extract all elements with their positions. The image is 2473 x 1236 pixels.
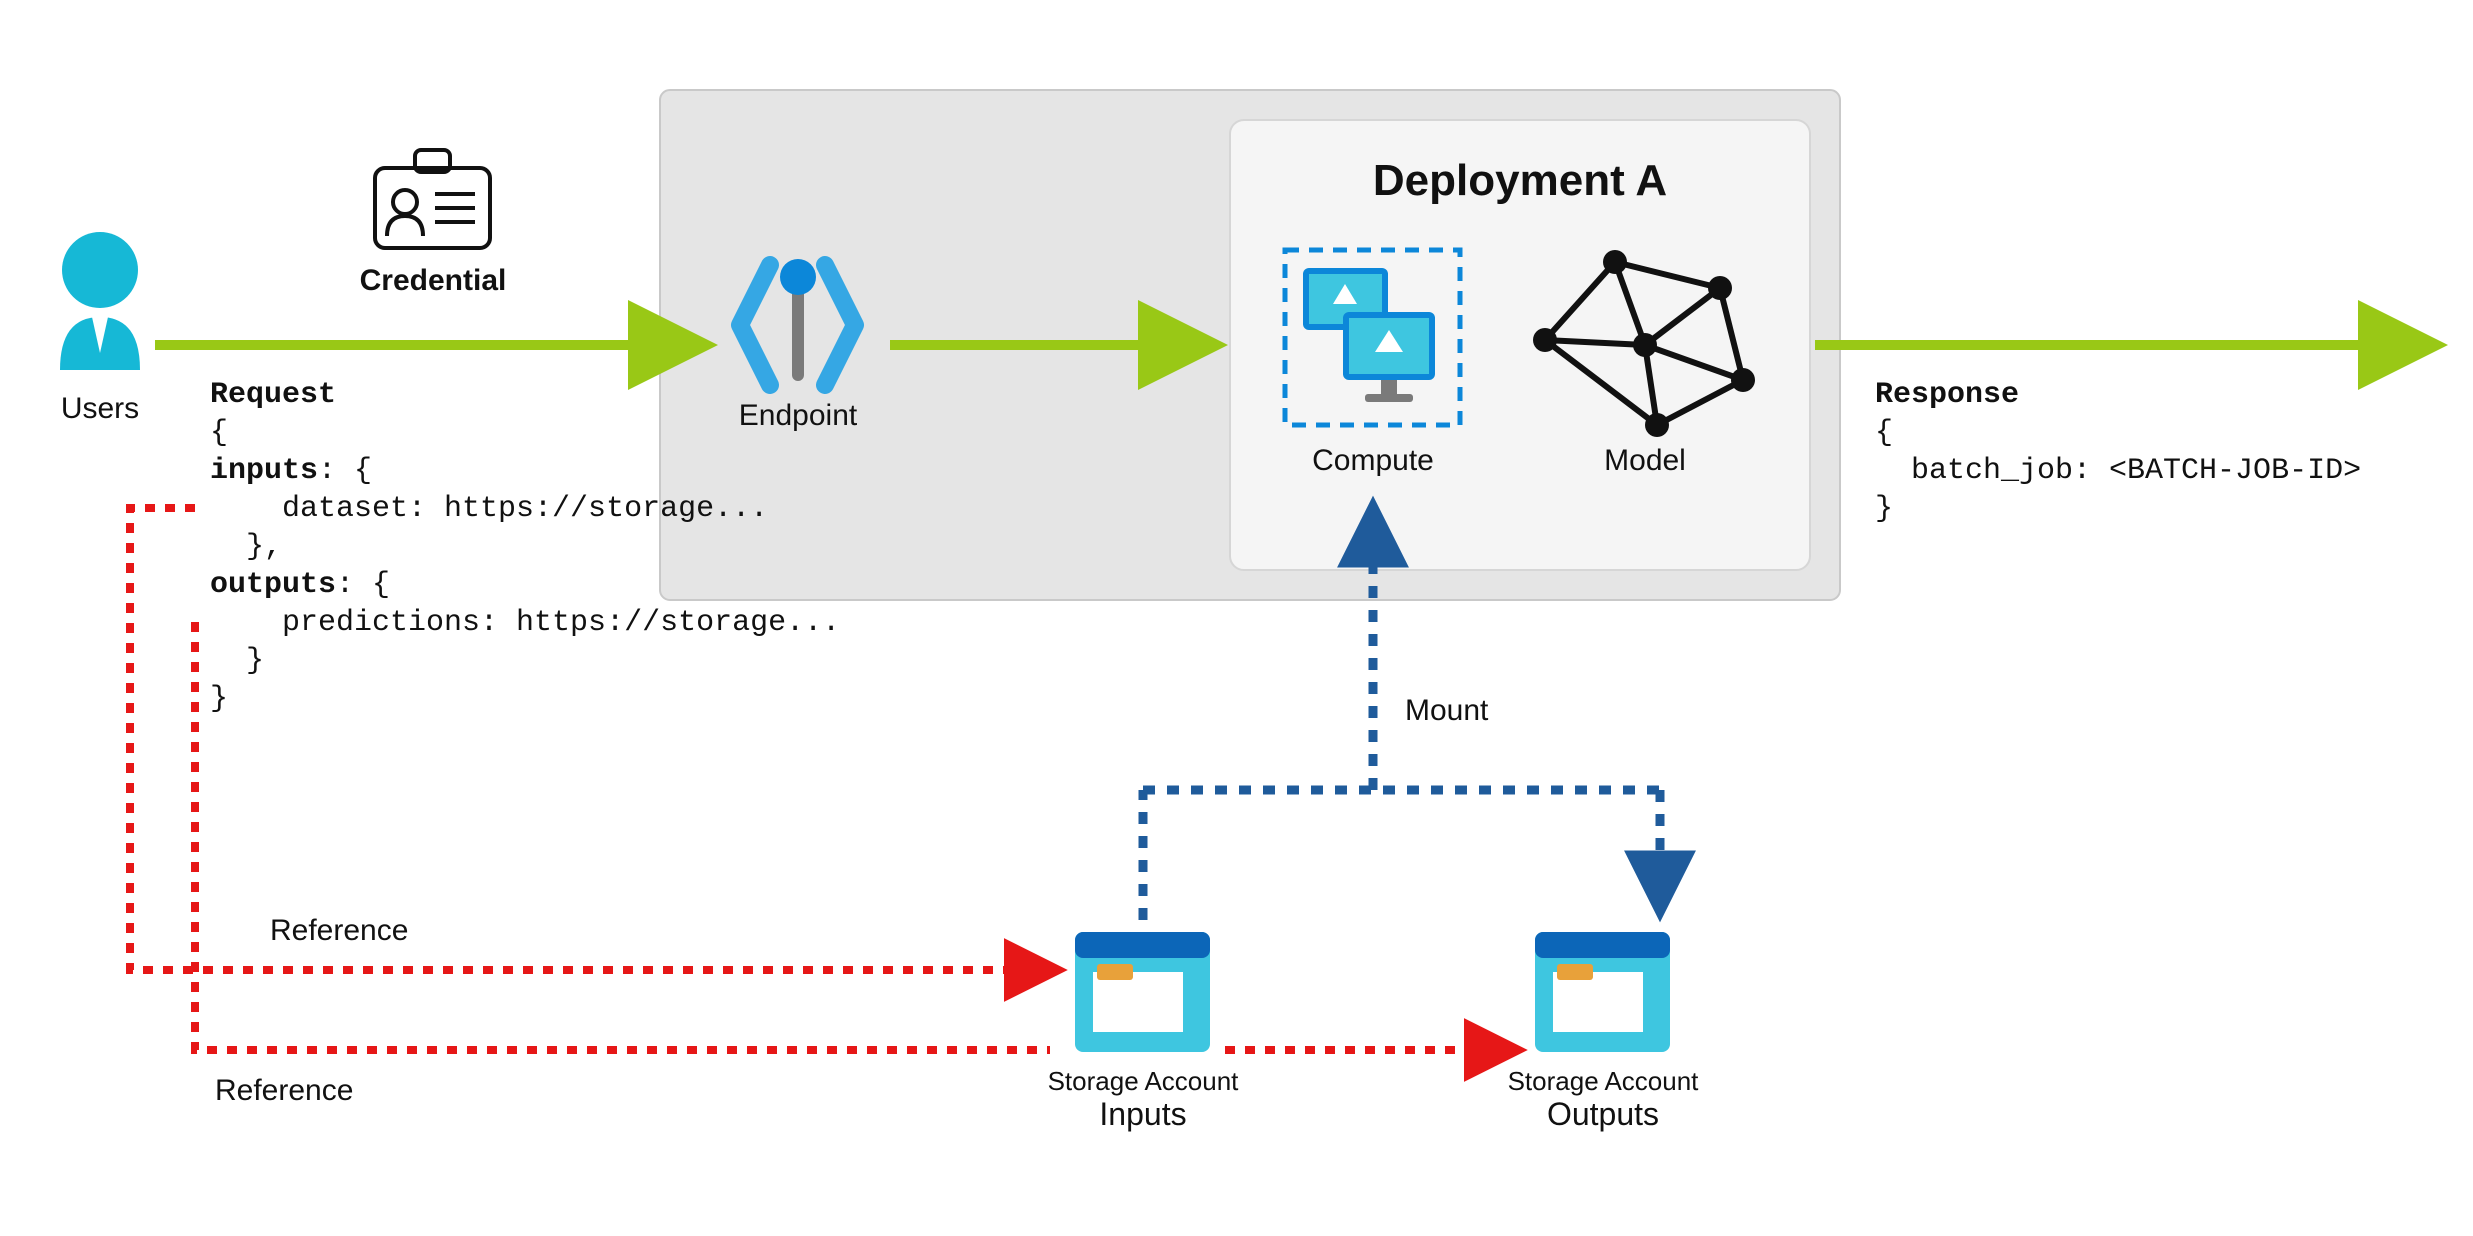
- svg-text:outputs: {: outputs: {: [210, 568, 390, 602]
- response-block: Response { batch_job: <BATCH-JOB-ID> }: [1875, 378, 2361, 526]
- svg-text:{: {: [210, 416, 228, 450]
- compute-label: Compute: [1312, 444, 1434, 477]
- svg-text:dataset: https://storage...: dataset: https://storage...: [210, 492, 768, 526]
- svg-text:inputs: {: inputs: {: [210, 454, 372, 488]
- storage-outputs-label: Storage Account: [1508, 1066, 1700, 1096]
- user-icon: [60, 232, 140, 370]
- deployment-title: Deployment A: [1373, 156, 1667, 205]
- architecture-diagram: Deployment A Users Credential Request { …: [0, 0, 2473, 1236]
- svg-text:batch_job: <BATCH-JOB-ID>: batch_job: <BATCH-JOB-ID>: [1875, 454, 2361, 488]
- model-label: Model: [1604, 444, 1686, 477]
- svg-text:Request: Request: [210, 378, 336, 412]
- svg-text:}: }: [1875, 492, 1893, 526]
- storage-inputs-label: Storage Account: [1048, 1066, 1240, 1096]
- storage-outputs-sub: Outputs: [1547, 1096, 1659, 1132]
- credential-label: Credential: [360, 264, 507, 297]
- storage-inputs-sub: Inputs: [1099, 1096, 1186, 1132]
- storage-inputs-icon: [1075, 932, 1210, 1052]
- reference1-label: Reference: [270, 914, 408, 947]
- mount-label: Mount: [1405, 694, 1489, 727]
- svg-text:}: }: [210, 644, 264, 678]
- storage-outputs-icon: [1535, 932, 1670, 1052]
- svg-text:Response: Response: [1875, 378, 2019, 412]
- svg-text:{: {: [1875, 416, 1893, 450]
- credential-icon: [375, 150, 490, 248]
- svg-text:predictions: https://storage..: predictions: https://storage...: [210, 606, 840, 640]
- endpoint-label: Endpoint: [739, 399, 858, 432]
- svg-text:}: }: [210, 682, 228, 716]
- users-label: Users: [61, 392, 139, 425]
- reference2-label: Reference: [215, 1074, 353, 1107]
- svg-text:},: },: [210, 530, 282, 564]
